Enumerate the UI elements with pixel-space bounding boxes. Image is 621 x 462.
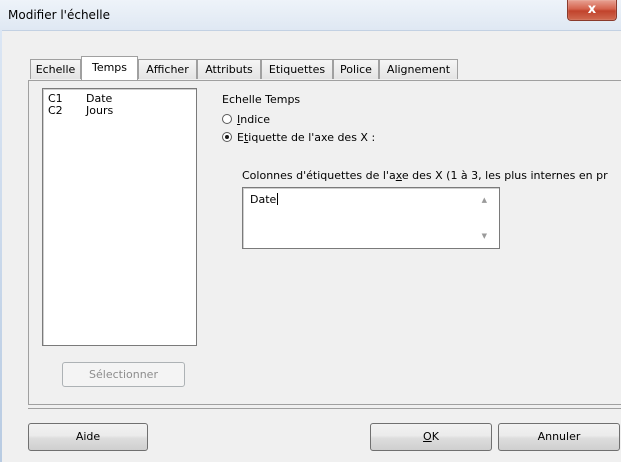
text-caret xyxy=(277,193,279,205)
select-button[interactable]: Sélectionner xyxy=(62,362,185,387)
tab-temps[interactable]: Temps xyxy=(81,56,138,80)
tab-etiquettes[interactable]: Etiquettes xyxy=(261,59,333,79)
time-scale-label: Echelle Temps xyxy=(222,93,301,106)
radio-xaxis-label-text: Etiquette de l'axe des X : xyxy=(237,131,376,144)
variable-name: Jours xyxy=(86,104,114,117)
scroll-up-icon[interactable]: ▲ xyxy=(482,196,487,204)
radio-button-checked[interactable] xyxy=(222,132,232,142)
tab-police[interactable]: Police xyxy=(333,59,379,79)
tab-alignement[interactable]: Alignement xyxy=(379,59,458,79)
cancel-button[interactable]: Annuler xyxy=(498,423,620,451)
window-border xyxy=(0,30,2,462)
tab-attributs[interactable]: Attributs xyxy=(197,59,261,79)
close-button[interactable]: x xyxy=(567,0,617,21)
title-bar: Modifier l'échelle x xyxy=(0,0,621,31)
window-title: Modifier l'échelle xyxy=(8,8,110,22)
columns-label: Colonnes d'étiquettes de l'axe des X (1 … xyxy=(242,169,608,182)
tab-echelle[interactable]: Echelle xyxy=(30,59,81,79)
radio-button[interactable] xyxy=(222,114,232,124)
help-button[interactable]: Aide xyxy=(28,423,148,451)
footer-divider xyxy=(28,408,621,409)
radio-index-label: Indice xyxy=(237,113,271,126)
tab-afficher[interactable]: Afficher xyxy=(138,59,197,79)
variable-list[interactable]: C1 Date C2 Jours xyxy=(42,88,197,346)
ok-button[interactable]: OK xyxy=(370,423,492,451)
variable-code: C2 xyxy=(48,104,63,117)
columns-input-value: Date xyxy=(250,193,279,206)
close-icon: x xyxy=(587,2,597,17)
columns-input[interactable]: Date ▲ ▼ xyxy=(242,187,500,249)
scroll-down-icon[interactable]: ▼ xyxy=(482,232,487,240)
